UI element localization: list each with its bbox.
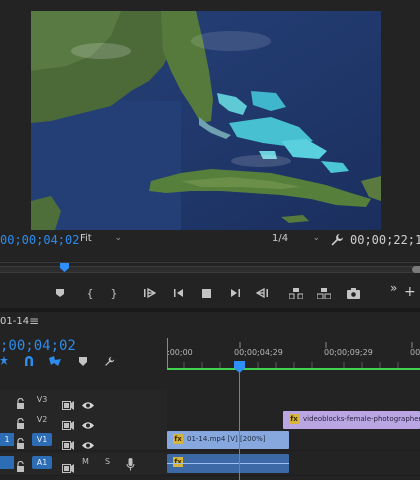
source-patch-v1[interactable]: 1 bbox=[0, 433, 14, 446]
marker-icon bbox=[56, 289, 64, 297]
fit-dropdown[interactable]: Fit ⌄ bbox=[80, 233, 124, 247]
lock-icon[interactable] bbox=[16, 394, 25, 409]
lift-button[interactable] bbox=[288, 285, 304, 301]
step-forward-button[interactable] bbox=[227, 285, 243, 301]
mute-button[interactable]: M bbox=[82, 457, 89, 466]
lock-icon[interactable] bbox=[16, 434, 25, 449]
sequence-menu-icon[interactable]: ≡ bbox=[29, 314, 39, 328]
track-header-a1[interactable]: A1 M S bbox=[0, 453, 167, 475]
extract-icon bbox=[317, 287, 331, 299]
clip-v2[interactable]: fx videoblocks-female-photographer-as bbox=[283, 411, 420, 429]
mark-out-icon: } bbox=[110, 286, 118, 300]
eye-icon[interactable] bbox=[82, 415, 94, 429]
nest-toggle-icon[interactable] bbox=[0, 355, 11, 367]
track-v3: V3 bbox=[0, 390, 420, 411]
sync-lock-film-icon[interactable] bbox=[62, 458, 74, 473]
track-name-v3[interactable]: V3 bbox=[32, 393, 52, 406]
go-to-in-button[interactable] bbox=[142, 285, 158, 301]
timeline-settings-wrench-icon[interactable] bbox=[102, 355, 116, 367]
track-a1: A1 M S fx bbox=[0, 453, 420, 476]
fx-badge[interactable]: fx bbox=[173, 434, 183, 444]
go-to-in-icon bbox=[144, 288, 156, 298]
clip-v1-label: 01-14.mp4 [V] [200%] bbox=[187, 435, 266, 443]
track-v1: 1 V1 fx 01-14.mp4 [V] [200%] bbox=[0, 430, 420, 451]
track-name-v1[interactable]: V1 bbox=[32, 433, 52, 446]
zoom-scroll-handle[interactable] bbox=[412, 266, 420, 273]
timeline-timecode[interactable]: ;00;04;02 bbox=[0, 338, 76, 354]
go-to-out-button[interactable] bbox=[254, 285, 270, 301]
button-editor-add[interactable]: + bbox=[404, 284, 416, 300]
sequence-tab[interactable]: 01-14 bbox=[0, 316, 29, 327]
step-back-icon bbox=[174, 289, 183, 297]
add-marker-button[interactable] bbox=[52, 285, 68, 301]
program-duration-timecode: 00;00;22;11 bbox=[350, 233, 420, 247]
sync-lock-film-icon[interactable] bbox=[62, 395, 74, 410]
lift-icon bbox=[289, 287, 303, 299]
chevron-down-icon: ⌄ bbox=[312, 233, 320, 243]
track-content-v3[interactable] bbox=[167, 390, 420, 410]
audio-waveform bbox=[167, 463, 289, 464]
track-v2: V2 fx videoblocks-female-photographer-as bbox=[0, 410, 420, 431]
resolution-dropdown-value: 1/4 bbox=[272, 233, 289, 244]
mark-in-button[interactable]: { bbox=[82, 285, 98, 301]
track-header-v3[interactable]: V3 bbox=[0, 390, 167, 410]
satellite-map-image bbox=[31, 11, 381, 230]
export-frame-button[interactable] bbox=[345, 285, 361, 301]
eye-icon[interactable] bbox=[82, 435, 94, 449]
resolution-dropdown[interactable]: 1/4 ⌄ bbox=[272, 233, 320, 247]
extract-button[interactable] bbox=[316, 285, 332, 301]
more-buttons[interactable]: » bbox=[390, 281, 397, 295]
eye-icon[interactable] bbox=[82, 395, 94, 409]
fx-badge[interactable]: fx bbox=[173, 457, 183, 467]
ruler-label-0: :00;00 bbox=[167, 348, 193, 357]
ruler-label-1: 00;00;04;29 bbox=[234, 348, 283, 357]
linked-selection-icon[interactable] bbox=[48, 355, 62, 367]
step-forward-icon bbox=[231, 289, 240, 297]
ruler-label-2: 00;00;09;29 bbox=[324, 348, 373, 357]
solo-button[interactable]: S bbox=[105, 457, 110, 466]
wrench-icon[interactable] bbox=[330, 232, 344, 246]
fx-badge[interactable]: fx bbox=[289, 414, 299, 424]
go-to-out-icon bbox=[256, 288, 268, 298]
monitor-playhead[interactable] bbox=[60, 257, 69, 272]
source-patch-a1[interactable] bbox=[0, 456, 14, 469]
chevron-down-icon: ⌄ bbox=[114, 233, 122, 243]
track-name-v2[interactable]: V2 bbox=[32, 413, 52, 426]
mark-in-icon: { bbox=[86, 286, 94, 300]
step-back-button[interactable] bbox=[171, 285, 187, 301]
track-name-a1[interactable]: A1 bbox=[32, 456, 52, 469]
timeline-playhead-line[interactable] bbox=[239, 368, 240, 480]
clip-v1[interactable]: fx 01-14.mp4 [V] [200%] bbox=[167, 431, 289, 449]
ruler-ticks bbox=[167, 338, 413, 368]
sync-lock-film-icon[interactable] bbox=[62, 435, 74, 450]
program-monitor-video[interactable] bbox=[31, 11, 381, 230]
camera-icon bbox=[346, 287, 360, 299]
mark-out-button[interactable]: } bbox=[106, 285, 122, 301]
track-header-v2[interactable]: V2 bbox=[0, 410, 167, 430]
ruler-label-3: 00;00 bbox=[410, 348, 420, 357]
lock-icon[interactable] bbox=[16, 457, 25, 472]
track-content-a1[interactable]: fx bbox=[167, 453, 420, 475]
timeline-playhead[interactable] bbox=[234, 358, 245, 373]
fit-dropdown-value: Fit bbox=[80, 233, 92, 244]
clip-v2-label: videoblocks-female-photographer-as bbox=[303, 415, 420, 423]
track-content-v2[interactable]: fx videoblocks-female-photographer-as bbox=[167, 410, 420, 430]
track-content-v1[interactable]: fx 01-14.mp4 [V] [200%] bbox=[167, 430, 420, 450]
clip-a1[interactable]: fx bbox=[167, 454, 289, 473]
microphone-icon[interactable] bbox=[126, 456, 135, 471]
stop-button[interactable] bbox=[198, 285, 214, 301]
track-header-v1[interactable]: 1 V1 bbox=[0, 430, 167, 450]
program-current-timecode[interactable]: 00;00;04;02 bbox=[0, 233, 79, 247]
work-area-bar[interactable] bbox=[167, 368, 420, 370]
stop-icon bbox=[201, 288, 211, 298]
panel-divider[interactable] bbox=[0, 308, 420, 312]
add-marker-icon[interactable] bbox=[76, 355, 90, 367]
lock-icon[interactable] bbox=[16, 414, 25, 429]
snap-magnet-icon[interactable] bbox=[22, 355, 36, 367]
timeline-time-ruler[interactable] bbox=[167, 338, 420, 370]
sync-lock-film-icon[interactable] bbox=[62, 415, 74, 430]
